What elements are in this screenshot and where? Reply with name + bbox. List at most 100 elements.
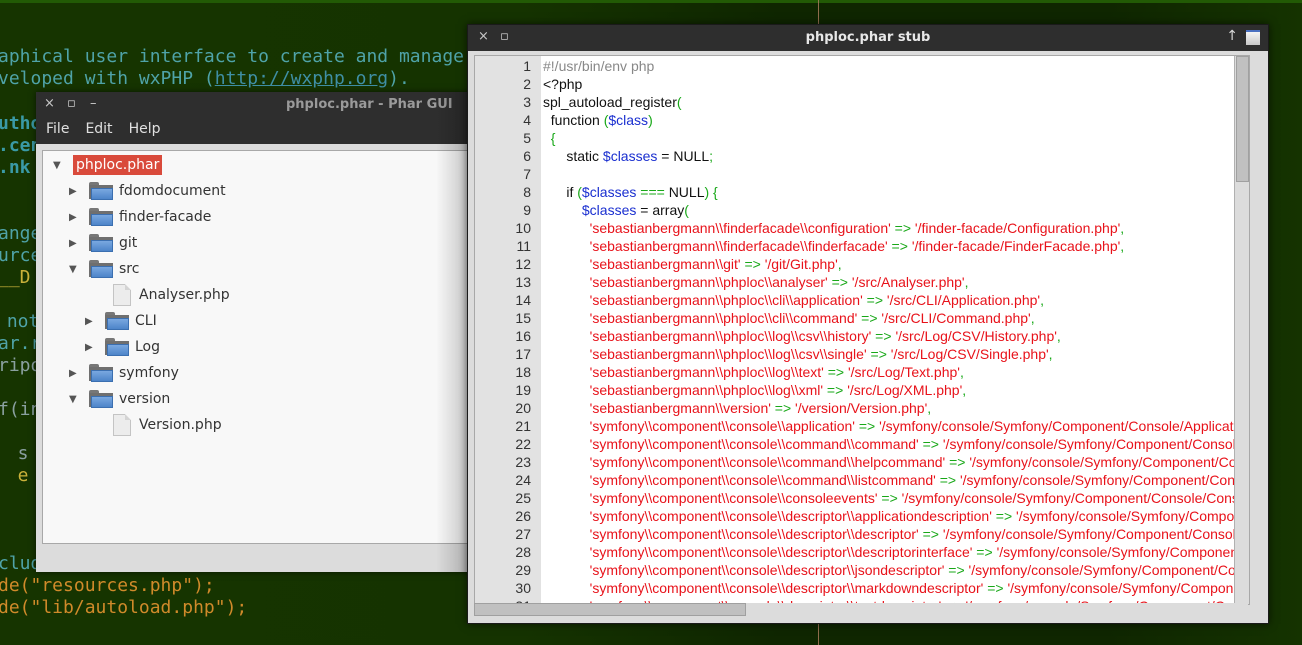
horizontal-scrollbar[interactable] <box>474 603 1248 617</box>
terminal-line: de("lib/autoload.php"); <box>0 597 247 619</box>
phar-gui-window: × ▫ – phploc.phar - Phar GUI File Edit H… <box>36 92 484 572</box>
horizontal-scroll-thumb[interactable] <box>474 603 746 616</box>
maximize-icon[interactable]: ▫ <box>67 96 76 111</box>
code-line: 7 <box>475 165 1249 183</box>
code-editor[interactable]: 1 #!/usr/bin/env php 2 <?php 3 spl_autoload_r… <box>474 55 1250 605</box>
code-text: static $classes = NULL; <box>543 148 714 164</box>
tree-root-label: phploc.phar <box>73 155 163 175</box>
code-text: { <box>543 130 556 146</box>
code-line: 2 <?php <box>475 75 1249 93</box>
line-number: 24 <box>515 472 531 488</box>
close-icon[interactable]: × <box>44 96 55 111</box>
line-number: 22 <box>515 436 531 452</box>
tree-node[interactable]: Analyser.php <box>85 283 230 307</box>
minimize-icon[interactable]: – <box>90 96 97 111</box>
menu-help[interactable]: Help <box>127 118 169 142</box>
code-text: 'symfony\\component\\console\\descriptor… <box>543 508 1249 524</box>
folder-icon <box>89 234 113 252</box>
code-line: 9 $classes = array( <box>475 201 1249 219</box>
expanded-arrow-icon[interactable]: ▼ <box>69 394 81 405</box>
code-text: 'symfony\\component\\console\\command\\c… <box>543 436 1249 452</box>
collapsed-arrow-icon[interactable]: ▶ <box>69 186 81 197</box>
line-number: 2 <box>523 76 531 92</box>
terminal-text: __D <box>0 267 31 288</box>
tree-node[interactable]: ▶ CLI <box>85 309 157 333</box>
vertical-scroll-thumb[interactable] <box>1236 56 1249 182</box>
desktop-top-strip <box>0 0 1302 3</box>
code-line: 18 'sebastianbergmann\\phploc\\log\\text… <box>475 363 1249 381</box>
tree-node[interactable]: ▼ src <box>69 257 139 281</box>
collapsed-arrow-icon[interactable]: ▶ <box>69 212 81 223</box>
line-number: 15 <box>515 310 531 326</box>
terminal-line: .nk <box>0 157 31 179</box>
code-line: 24 'symfony\\component\\console\\command… <box>475 471 1249 489</box>
tree-node-label: Version.php <box>139 417 222 433</box>
tree-node[interactable]: ▶ Log <box>85 335 160 359</box>
tree-node-label: finder-facade <box>119 209 212 225</box>
line-number: 20 <box>515 400 531 416</box>
terminal-text: de("resources.php"); <box>0 575 215 596</box>
stub-window: × ▫ phploc.phar stub ↑ 1 #!/usr/bin/env p… <box>467 24 1269 624</box>
tree-node[interactable]: ▼ version <box>69 387 170 411</box>
terminal-text: veloped with wxPHP ( <box>0 68 215 89</box>
window-title: phploc.phar - Phar GUI <box>286 97 453 112</box>
tree-node[interactable]: ▼ phploc.phar <box>53 153 163 177</box>
shade-up-icon[interactable]: ↑ <box>1226 28 1238 44</box>
code-line: 10 'sebastianbergmann\\finderfacade\\con… <box>475 219 1249 237</box>
code-text: 'sebastianbergmann\\phploc\\cli\\applica… <box>543 292 1044 308</box>
tree-node[interactable]: ▶ symfony <box>69 361 179 385</box>
line-number: 18 <box>515 364 531 380</box>
terminal-text: e <box>17 465 29 486</box>
terminal-line: e <box>0 465 29 487</box>
line-number: 1 <box>523 58 531 74</box>
expanded-arrow-icon[interactable]: ▼ <box>69 264 81 275</box>
vertical-scrollbar[interactable] <box>1234 56 1249 604</box>
code-line: 22 'symfony\\component\\console\\command… <box>475 435 1249 453</box>
line-number: 14 <box>515 292 531 308</box>
line-number: 29 <box>515 562 531 578</box>
menu-file[interactable]: File <box>44 118 77 142</box>
line-number: 13 <box>515 274 531 290</box>
line-number: 5 <box>523 130 531 146</box>
code-line: 26 'symfony\\component\\console\\descrip… <box>475 507 1249 525</box>
line-number: 10 <box>515 220 531 236</box>
collapsed-arrow-icon[interactable]: ▶ <box>85 316 97 327</box>
stub-titlebar[interactable]: × ▫ phploc.phar stub ↑ <box>468 25 1268 51</box>
code-text: 'sebastianbergmann\\phploc\\log\\csv\\si… <box>543 346 1053 362</box>
window-title: phploc.phar stub <box>805 30 931 45</box>
phar-gui-titlebar[interactable]: × ▫ – phploc.phar - Phar GUI <box>36 92 476 118</box>
code-line: 12 'sebastianbergmann\\git' => '/git/Git… <box>475 255 1249 273</box>
terminal-link[interactable]: http://wxphp.org <box>215 68 388 89</box>
line-number: 12 <box>515 256 531 272</box>
code-text: 'symfony\\component\\console\\command\\l… <box>543 472 1250 488</box>
line-number: 27 <box>515 526 531 542</box>
phar-gui-client: ▼ phploc.phar ▶ fdomdocument ▶ finder-facade ▶… <box>36 144 484 572</box>
line-number: 17 <box>515 346 531 362</box>
tree-node[interactable]: ▶ finder-facade <box>69 205 211 229</box>
tree-node[interactable]: Version.php <box>85 413 222 437</box>
tree-node-label: Log <box>135 339 161 355</box>
file-tree[interactable]: ▼ phploc.phar ▶ fdomdocument ▶ finder-facade ▶… <box>42 150 484 544</box>
file-icon <box>111 413 131 437</box>
code-text: if ($classes === NULL) { <box>543 184 718 200</box>
code-line: 27 'symfony\\component\\console\\descrip… <box>475 525 1249 543</box>
code-line: 21 'symfony\\component\\console\\applica… <box>475 417 1249 435</box>
code-text: 'sebastianbergmann\\version' => '/versio… <box>543 400 932 416</box>
collapsed-arrow-icon[interactable]: ▶ <box>69 368 81 379</box>
file-icon <box>111 283 131 307</box>
window-maximize-icon[interactable] <box>1246 30 1260 45</box>
tree-node-label: Analyser.php <box>139 287 230 303</box>
code-line: 15 'sebastianbergmann\\phploc\\cli\\comm… <box>475 309 1249 327</box>
tree-node[interactable]: ▶ git <box>69 231 137 255</box>
collapsed-arrow-icon[interactable]: ▶ <box>85 342 97 353</box>
line-number: 7 <box>523 166 531 182</box>
code-text: $classes = array( <box>543 202 689 218</box>
code-text: 'sebastianbergmann\\finderfacade\\finder… <box>543 238 1125 254</box>
code-line: 17 'sebastianbergmann\\phploc\\log\\csv\… <box>475 345 1249 363</box>
collapsed-arrow-icon[interactable]: ▶ <box>69 238 81 249</box>
menu-edit[interactable]: Edit <box>83 118 120 142</box>
code-text: #!/usr/bin/env php <box>543 58 655 74</box>
tree-node[interactable]: ▶ fdomdocument <box>69 179 226 203</box>
expanded-arrow-icon[interactable]: ▼ <box>53 160 65 171</box>
code-text: 'sebastianbergmann\\phploc\\log\\xml' =>… <box>543 382 967 398</box>
